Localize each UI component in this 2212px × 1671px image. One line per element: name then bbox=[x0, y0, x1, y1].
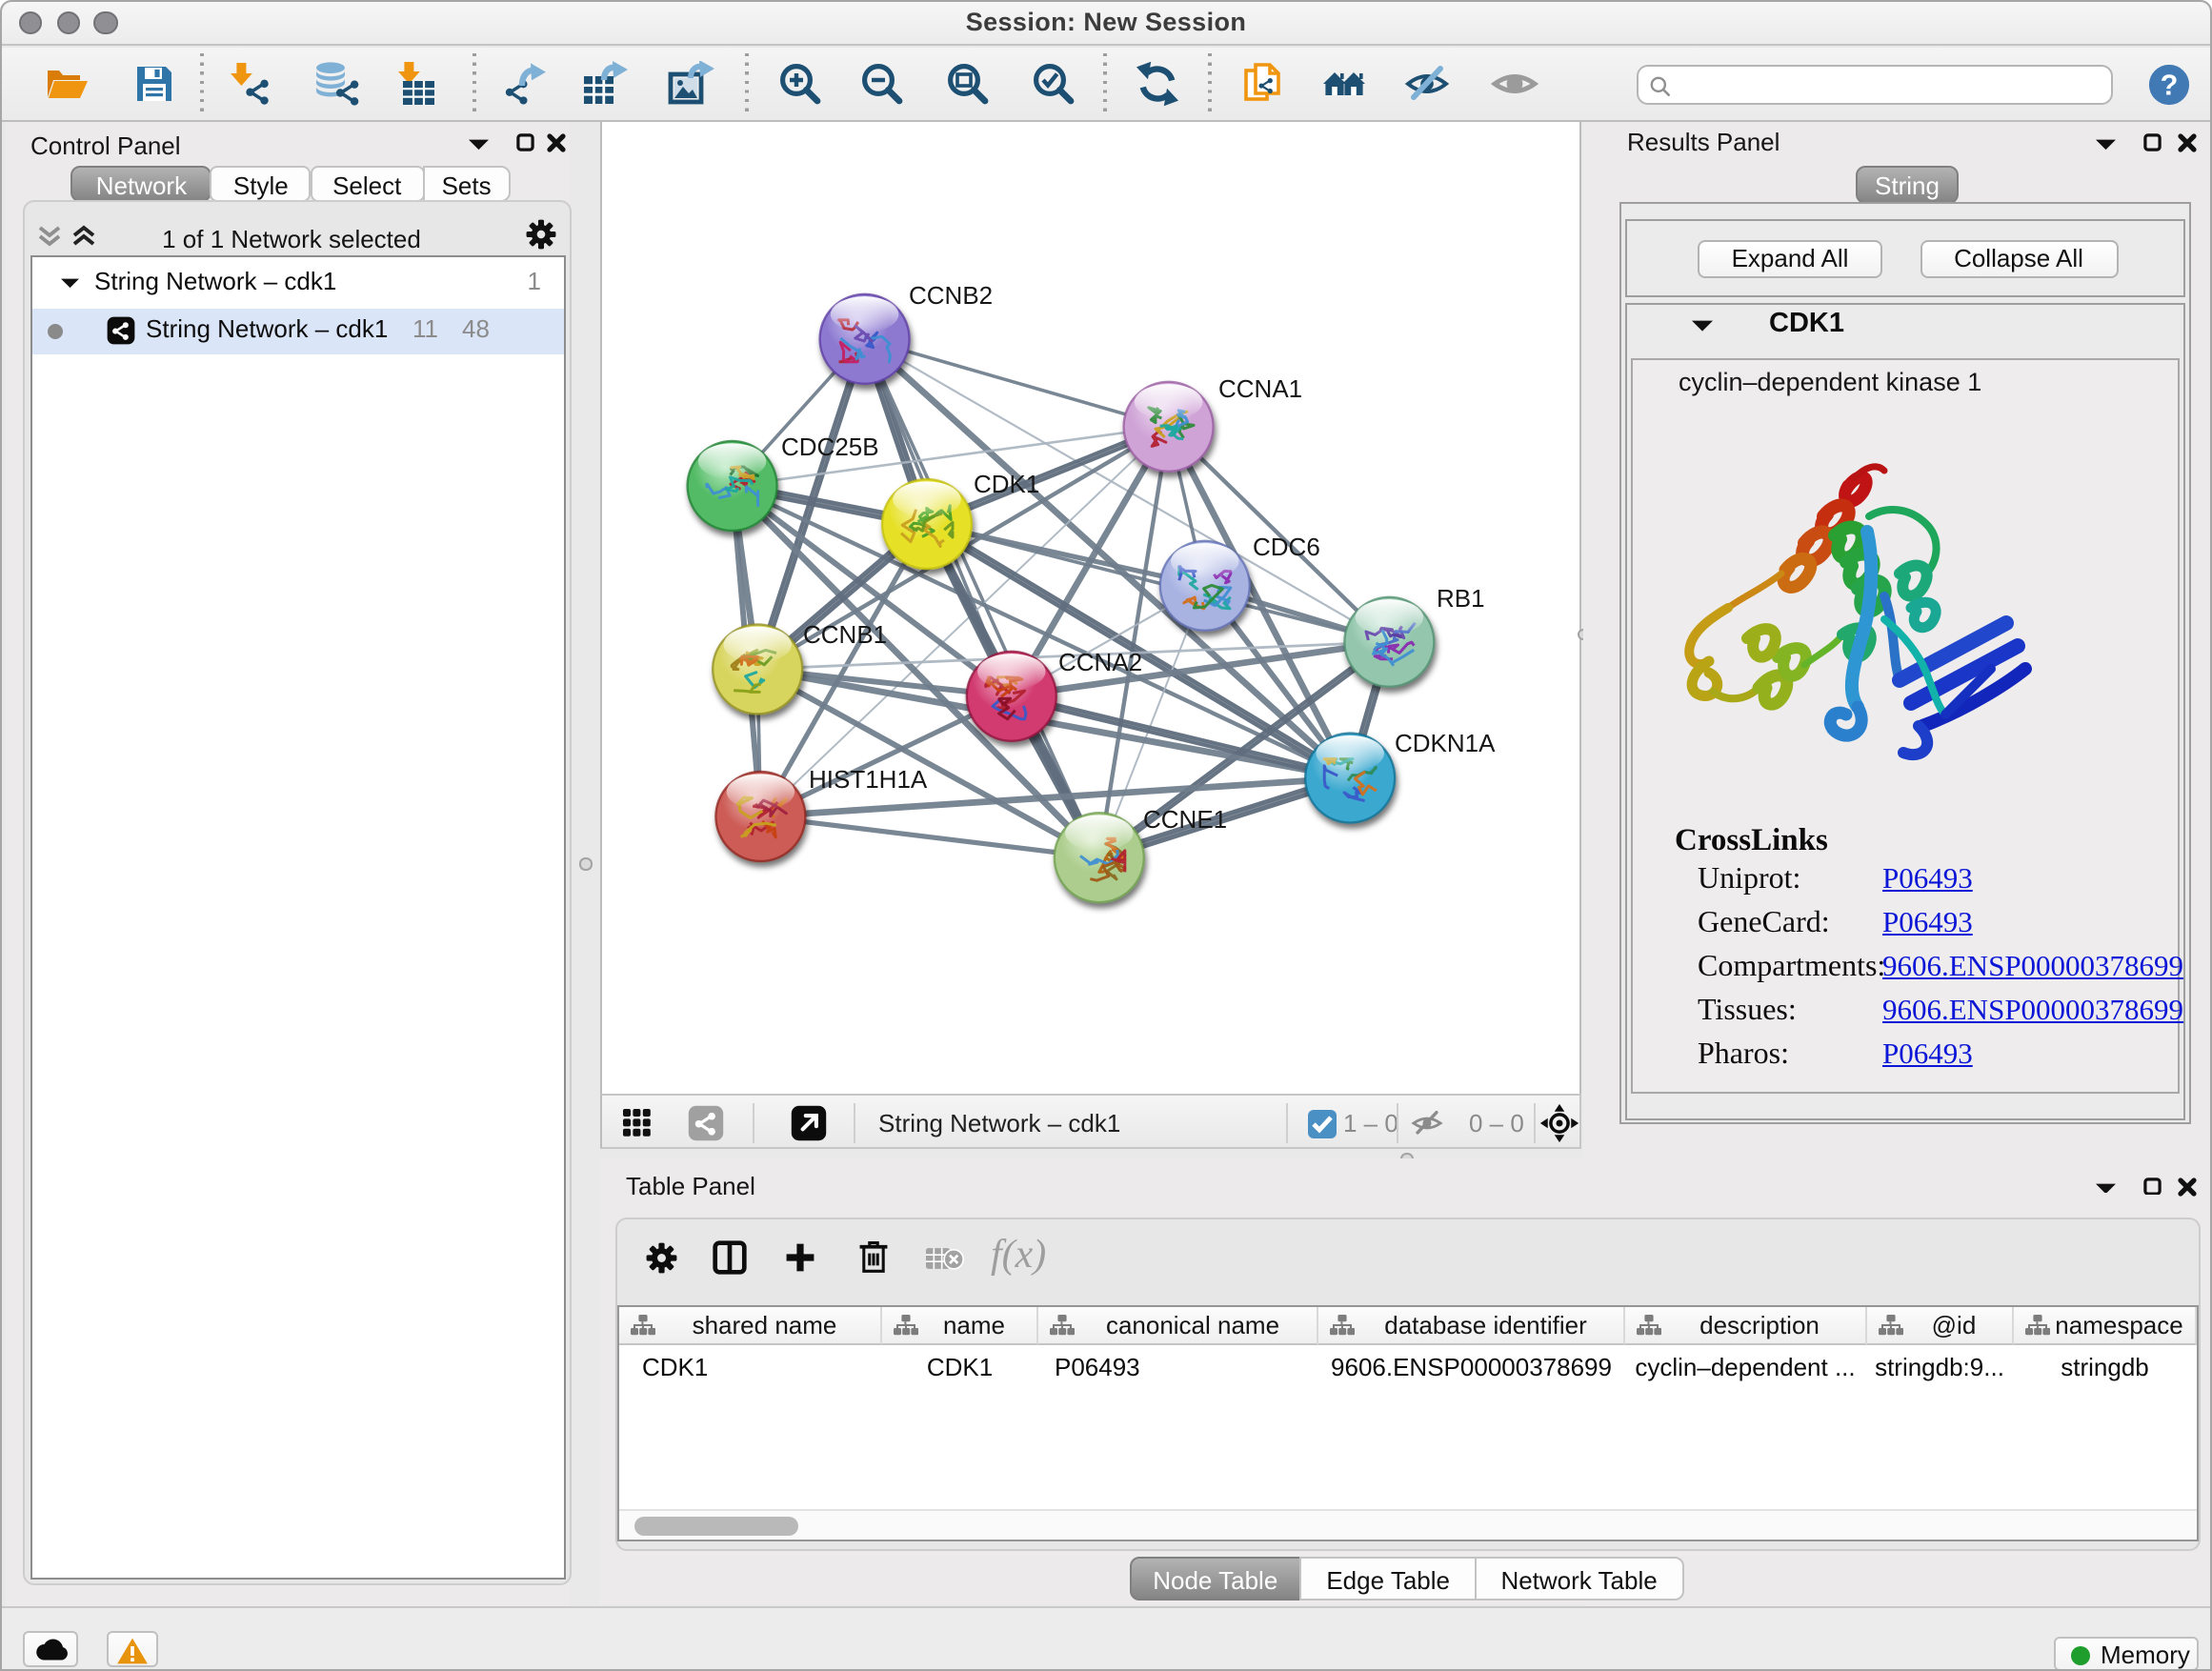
svg-text:CCNB2: CCNB2 bbox=[909, 280, 993, 309]
svg-text:CDKN1A: CDKN1A bbox=[1395, 728, 1496, 756]
svg-text:CCNB1: CCNB1 bbox=[803, 619, 887, 648]
svg-text:CCNA2: CCNA2 bbox=[1058, 647, 1142, 675]
svg-text:?: ? bbox=[2161, 69, 2179, 101]
svg-text:RB1: RB1 bbox=[1437, 583, 1485, 612]
svg-text:CDK1: CDK1 bbox=[974, 469, 1039, 497]
svg-text:CDC6: CDC6 bbox=[1253, 532, 1320, 560]
svg-text:HIST1H1A: HIST1H1A bbox=[809, 764, 928, 793]
svg-text:CCNE1: CCNE1 bbox=[1143, 804, 1227, 833]
svg-text:CCNA1: CCNA1 bbox=[1218, 373, 1302, 402]
svg-text:CDC25B: CDC25B bbox=[781, 432, 879, 460]
